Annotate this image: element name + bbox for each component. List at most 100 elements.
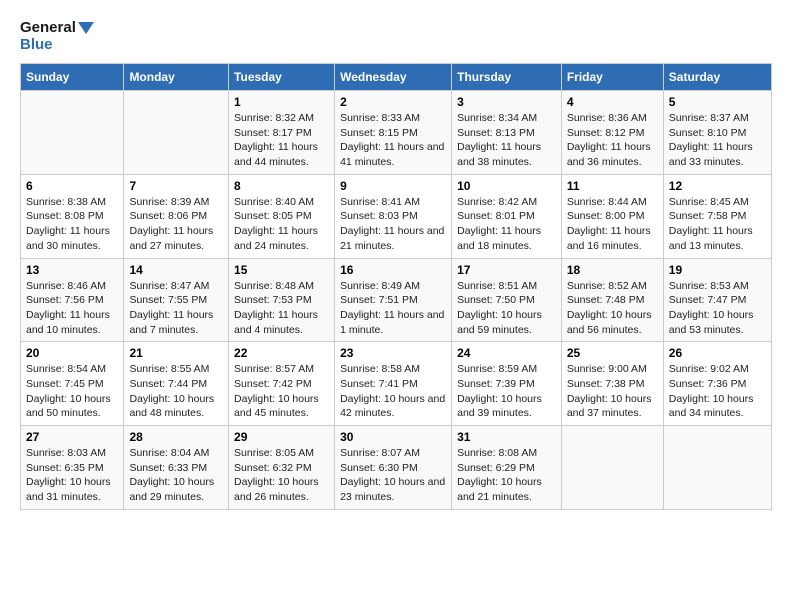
week-row-1: 1 Sunrise: 8:32 AMSunset: 8:17 PMDaylight…: [21, 91, 772, 175]
day-cell: 31Sunrise: 8:08 AMSunset: 6:29 PMDayligh…: [452, 426, 562, 510]
day-cell: 1 Sunrise: 8:32 AMSunset: 8:17 PMDaylight…: [229, 91, 335, 175]
day-number: 24: [457, 346, 556, 360]
day-cell: 2Sunrise: 8:33 AMSunset: 8:15 PMDaylight…: [335, 91, 452, 175]
column-header-thursday: Thursday: [452, 64, 562, 91]
day-cell: [663, 426, 771, 510]
day-info: Sunrise: 8:58 AMSunset: 7:41 PMDaylight:…: [340, 362, 446, 421]
day-cell: 20 Sunrise: 8:54 AMSunset: 7:45 PMDayligh…: [21, 342, 124, 426]
logo-blue: Blue: [20, 37, 94, 54]
day-cell: 25 Sunrise: 9:00 AMSunset: 7:38 PMDayligh…: [561, 342, 663, 426]
page-header: General Blue: [20, 20, 772, 53]
day-info: Sunrise: 8:45 AMSunset: 7:58 PMDaylight:…: [669, 195, 766, 254]
day-info: Sunrise: 8:04 AMSunset: 6:33 PMDaylight:…: [129, 446, 223, 505]
day-number: 10: [457, 179, 556, 193]
week-row-2: 6 Sunrise: 8:38 AMSunset: 8:08 PMDaylight…: [21, 174, 772, 258]
day-number: 30: [340, 430, 446, 444]
day-number: 12: [669, 179, 766, 193]
day-info: Sunrise: 8:46 AMSunset: 7:56 PMDaylight:…: [26, 279, 118, 338]
day-cell: 11 Sunrise: 8:44 AMSunset: 8:00 PMDayligh…: [561, 174, 663, 258]
day-info: Sunrise: 8:39 AMSunset: 8:06 PMDaylight:…: [129, 195, 223, 254]
day-cell: 15Sunrise: 8:48 AMSunset: 7:53 PMDayligh…: [229, 258, 335, 342]
day-number: 13: [26, 263, 118, 277]
day-number: 19: [669, 263, 766, 277]
day-info: Sunrise: 8:53 AMSunset: 7:47 PMDaylight:…: [669, 279, 766, 338]
day-number: 23: [340, 346, 446, 360]
day-cell: 14 Sunrise: 8:47 AMSunset: 7:55 PMDayligh…: [124, 258, 229, 342]
day-number: 7: [129, 179, 223, 193]
day-number: 29: [234, 430, 329, 444]
day-number: 25: [567, 346, 658, 360]
day-cell: [561, 426, 663, 510]
day-cell: 24 Sunrise: 8:59 AMSunset: 7:39 PMDayligh…: [452, 342, 562, 426]
day-info: Sunrise: 8:03 AMSunset: 6:35 PMDaylight:…: [26, 446, 118, 505]
day-info: Sunrise: 8:07 AMSunset: 6:30 PMDaylight:…: [340, 446, 446, 505]
day-info: Sunrise: 9:00 AMSunset: 7:38 PMDaylight:…: [567, 362, 658, 421]
logo-general: General: [20, 20, 94, 37]
day-cell: 12 Sunrise: 8:45 AMSunset: 7:58 PMDayligh…: [663, 174, 771, 258]
day-number: 20: [26, 346, 118, 360]
day-cell: 17Sunrise: 8:51 AMSunset: 7:50 PMDayligh…: [452, 258, 562, 342]
day-info: Sunrise: 8:33 AMSunset: 8:15 PMDaylight:…: [340, 111, 446, 170]
header-row: SundayMondayTuesdayWednesdayThursdayFrid…: [21, 64, 772, 91]
day-info: Sunrise: 8:37 AMSunset: 8:10 PMDaylight:…: [669, 111, 766, 170]
day-info: Sunrise: 8:59 AMSunset: 7:39 PMDaylight:…: [457, 362, 556, 421]
day-number: 15: [234, 263, 329, 277]
day-info: Sunrise: 8:32 AMSunset: 8:17 PMDaylight:…: [234, 111, 329, 170]
day-cell: [21, 91, 124, 175]
day-number: 28: [129, 430, 223, 444]
day-info: Sunrise: 8:38 AMSunset: 8:08 PMDaylight:…: [26, 195, 118, 254]
day-cell: 21Sunrise: 8:55 AMSunset: 7:44 PMDayligh…: [124, 342, 229, 426]
day-cell: 30 Sunrise: 8:07 AMSunset: 6:30 PMDayligh…: [335, 426, 452, 510]
day-cell: 7 Sunrise: 8:39 AMSunset: 8:06 PMDaylight…: [124, 174, 229, 258]
day-cell: 6 Sunrise: 8:38 AMSunset: 8:08 PMDaylight…: [21, 174, 124, 258]
column-header-wednesday: Wednesday: [335, 64, 452, 91]
day-info: Sunrise: 9:02 AMSunset: 7:36 PMDaylight:…: [669, 362, 766, 421]
day-number: 1: [234, 95, 329, 109]
day-info: Sunrise: 8:57 AMSunset: 7:42 PMDaylight:…: [234, 362, 329, 421]
day-number: 16: [340, 263, 446, 277]
day-cell: 22 Sunrise: 8:57 AMSunset: 7:42 PMDayligh…: [229, 342, 335, 426]
day-info: Sunrise: 8:49 AMSunset: 7:51 PMDaylight:…: [340, 279, 446, 338]
day-cell: 5Sunrise: 8:37 AMSunset: 8:10 PMDaylight…: [663, 91, 771, 175]
day-number: 22: [234, 346, 329, 360]
day-info: Sunrise: 8:54 AMSunset: 7:45 PMDaylight:…: [26, 362, 118, 421]
column-header-sunday: Sunday: [21, 64, 124, 91]
day-cell: 28 Sunrise: 8:04 AMSunset: 6:33 PMDayligh…: [124, 426, 229, 510]
day-cell: 26 Sunrise: 9:02 AMSunset: 7:36 PMDayligh…: [663, 342, 771, 426]
day-number: 17: [457, 263, 556, 277]
logo-wordmark: General Blue: [20, 20, 94, 53]
day-info: Sunrise: 8:05 AMSunset: 6:32 PMDaylight:…: [234, 446, 329, 505]
day-number: 27: [26, 430, 118, 444]
week-row-4: 20 Sunrise: 8:54 AMSunset: 7:45 PMDayligh…: [21, 342, 772, 426]
day-cell: 19 Sunrise: 8:53 AMSunset: 7:47 PMDayligh…: [663, 258, 771, 342]
day-cell: 8 Sunrise: 8:40 AMSunset: 8:05 PMDaylight…: [229, 174, 335, 258]
logo: General Blue: [20, 20, 94, 53]
day-info: Sunrise: 8:47 AMSunset: 7:55 PMDaylight:…: [129, 279, 223, 338]
day-info: Sunrise: 8:41 AMSunset: 8:03 PMDaylight:…: [340, 195, 446, 254]
day-cell: 16 Sunrise: 8:49 AMSunset: 7:51 PMDayligh…: [335, 258, 452, 342]
day-number: 6: [26, 179, 118, 193]
week-row-5: 27 Sunrise: 8:03 AMSunset: 6:35 PMDayligh…: [21, 426, 772, 510]
day-info: Sunrise: 8:42 AMSunset: 8:01 PMDaylight:…: [457, 195, 556, 254]
day-info: Sunrise: 8:36 AMSunset: 8:12 PMDaylight:…: [567, 111, 658, 170]
day-number: 3: [457, 95, 556, 109]
day-info: Sunrise: 8:44 AMSunset: 8:00 PMDaylight:…: [567, 195, 658, 254]
day-cell: 4 Sunrise: 8:36 AMSunset: 8:12 PMDaylight…: [561, 91, 663, 175]
day-info: Sunrise: 8:40 AMSunset: 8:05 PMDaylight:…: [234, 195, 329, 254]
day-cell: 10 Sunrise: 8:42 AMSunset: 8:01 PMDayligh…: [452, 174, 562, 258]
day-number: 4: [567, 95, 658, 109]
day-number: 18: [567, 263, 658, 277]
day-number: 14: [129, 263, 223, 277]
day-cell: [124, 91, 229, 175]
day-number: 31: [457, 430, 556, 444]
column-header-friday: Friday: [561, 64, 663, 91]
day-info: Sunrise: 8:52 AMSunset: 7:48 PMDaylight:…: [567, 279, 658, 338]
day-number: 9: [340, 179, 446, 193]
column-header-saturday: Saturday: [663, 64, 771, 91]
day-cell: 18 Sunrise: 8:52 AMSunset: 7:48 PMDayligh…: [561, 258, 663, 342]
day-number: 26: [669, 346, 766, 360]
day-number: 11: [567, 179, 658, 193]
day-cell: 29 Sunrise: 8:05 AMSunset: 6:32 PMDayligh…: [229, 426, 335, 510]
day-number: 8: [234, 179, 329, 193]
day-info: Sunrise: 8:34 AMSunset: 8:13 PMDaylight:…: [457, 111, 556, 170]
